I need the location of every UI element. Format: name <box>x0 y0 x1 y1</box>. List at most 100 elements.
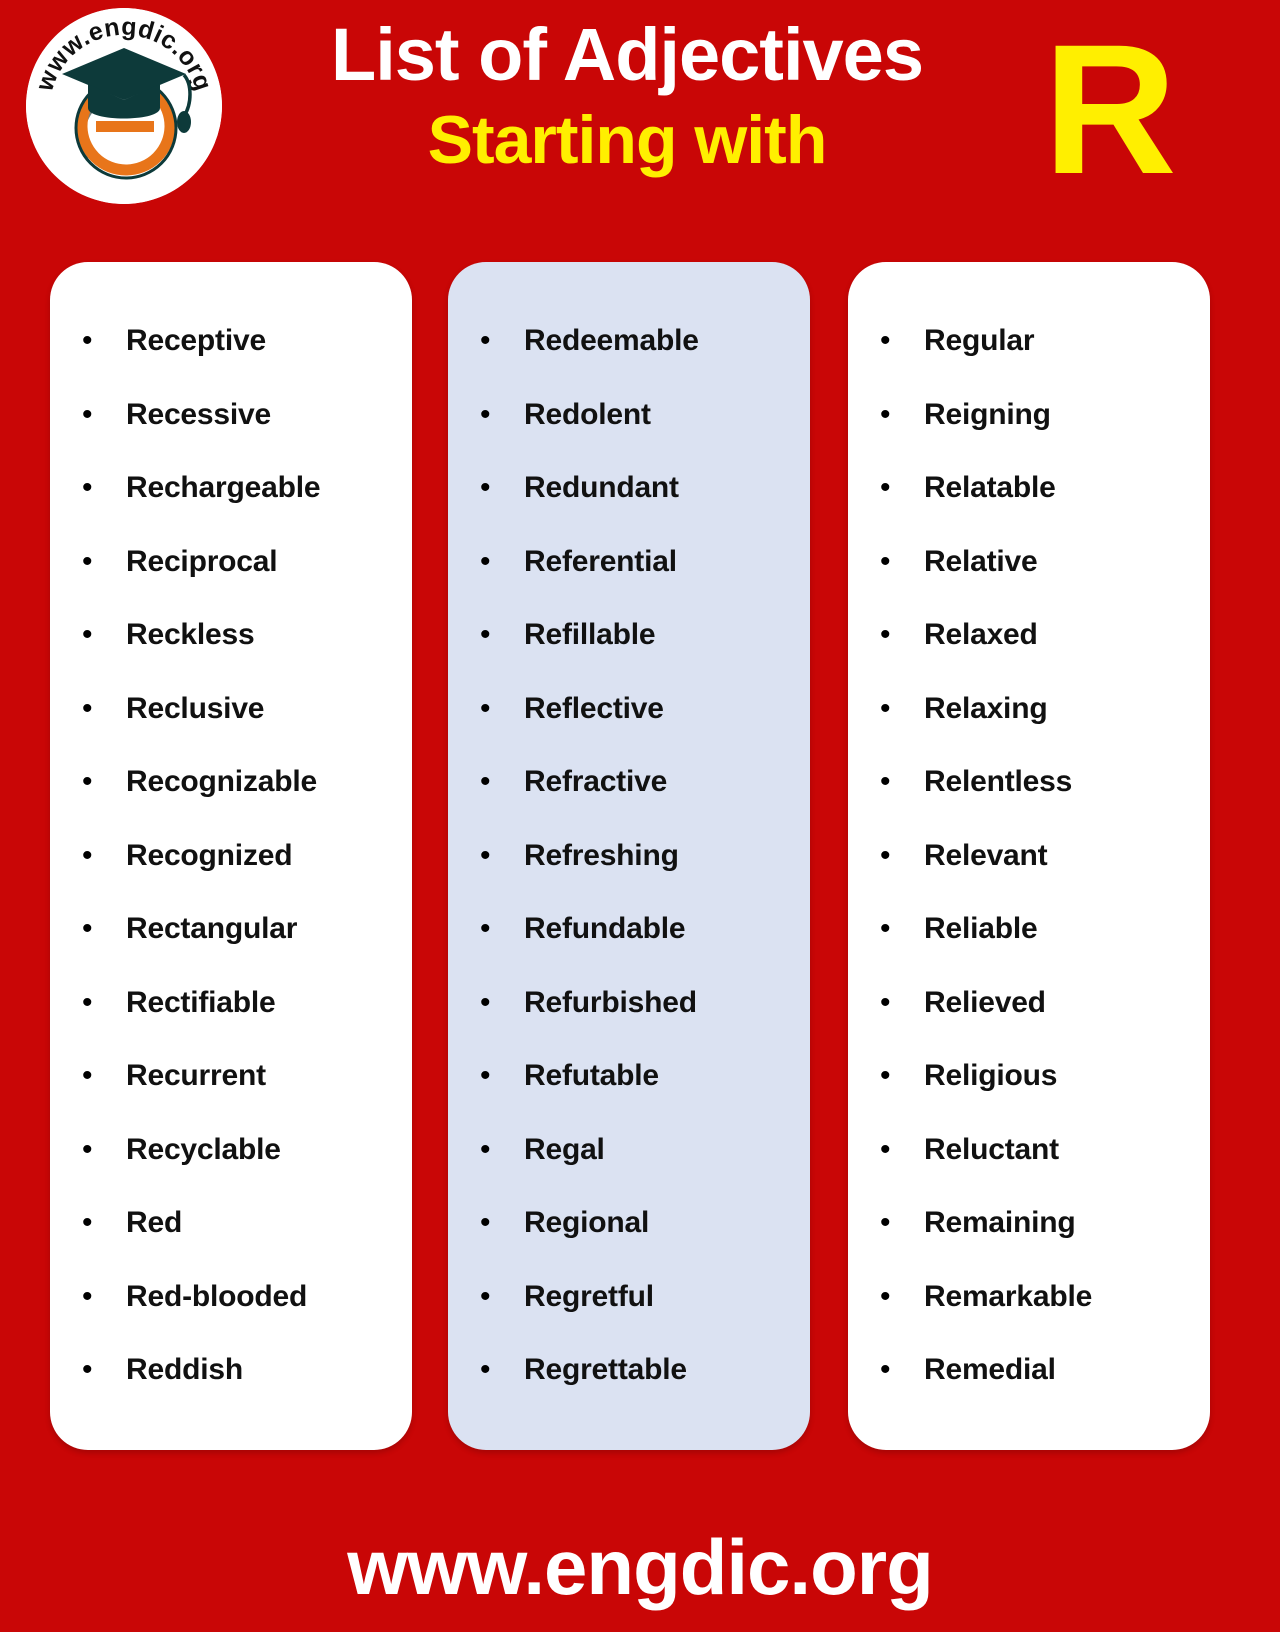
list-item: • Recurrent <box>60 1059 402 1133</box>
word-label: Refillable <box>524 618 656 651</box>
bullet-icon: • <box>880 324 891 357</box>
list-item: • Regretful <box>458 1280 800 1354</box>
column-three-card: • Regular • Reigning • Relatable • Relative … <box>848 262 1210 1450</box>
letter-badge: R <box>1043 7 1177 213</box>
bullet-icon: • <box>82 1279 93 1313</box>
word-label: Reckless <box>126 618 255 651</box>
footer-website-label: www.engdic.org <box>347 1522 933 1611</box>
word-label: Regular <box>924 324 1035 357</box>
list-item: • Relative <box>858 545 1200 619</box>
word-label: Reciprocal <box>126 544 278 578</box>
bullet-icon: • <box>880 912 891 945</box>
bullet-icon: • <box>82 1353 93 1386</box>
bullet-icon: • <box>880 1059 891 1092</box>
bullet-icon: • <box>82 912 93 945</box>
list-item: • Refurbished <box>458 986 800 1060</box>
bullet-icon: • <box>82 397 93 431</box>
bullet-icon: • <box>880 691 891 725</box>
list-item: • Red-blooded <box>60 1280 402 1354</box>
word-label: Relentless <box>924 765 1073 798</box>
list-item: • Relatable <box>858 471 1200 545</box>
title-line-secondary: Starting with <box>427 101 828 178</box>
list-item: • Rectifiable <box>60 986 402 1060</box>
bullet-icon: • <box>82 985 93 1019</box>
word-label: Reclusive <box>126 691 265 725</box>
bullet-icon: • <box>480 1132 491 1166</box>
word-label: Relevant <box>924 838 1048 872</box>
word-label: Refractive <box>524 765 668 798</box>
engdic-graduation-cap-logo: www.engdic.org <box>26 8 222 204</box>
list-item: • Regular <box>858 324 1200 398</box>
word-label: Recyclable <box>126 1132 281 1166</box>
list-item: • Recyclable <box>60 1133 402 1207</box>
word-label: Recognized <box>126 838 293 872</box>
list-item: • Remaining <box>858 1206 1200 1280</box>
word-label: Redeemable <box>524 324 699 357</box>
bullet-icon: • <box>480 838 491 872</box>
bullet-icon: • <box>880 1132 891 1166</box>
list-item: • Refutable <box>458 1059 800 1133</box>
word-label: Redundant <box>524 471 679 504</box>
list-item: • Relentless <box>858 765 1200 839</box>
list-item: • Rechargeable <box>60 471 402 545</box>
word-label: Rechargeable <box>126 471 321 504</box>
word-label: Refreshing <box>524 838 679 872</box>
list-item: • Reciprocal <box>60 545 402 619</box>
word-label: Regional <box>524 1206 650 1239</box>
word-label: Relieved <box>924 985 1046 1019</box>
bullet-icon: • <box>880 985 891 1019</box>
column-one-list: • Receptive • Recessive • Rechargeable • Rec… <box>60 324 402 1427</box>
bullet-icon: • <box>480 985 491 1019</box>
word-label: Receptive <box>126 324 266 357</box>
list-item: • Remedial <box>858 1353 1200 1427</box>
list-item: • Reigning <box>858 398 1200 472</box>
word-label: Rectangular <box>126 912 298 945</box>
bullet-icon: • <box>480 1279 491 1313</box>
bullet-icon: • <box>82 471 93 504</box>
word-label: Reddish <box>126 1353 243 1386</box>
list-item: • Refractive <box>458 765 800 839</box>
bullet-icon: • <box>82 838 93 872</box>
list-item: • Receptive <box>60 324 402 398</box>
list-item: • Redeemable <box>458 324 800 398</box>
list-item: • Recessive <box>60 398 402 472</box>
bullet-icon: • <box>82 765 93 798</box>
word-label: Red-blooded <box>126 1279 308 1313</box>
list-item: • Recognized <box>60 839 402 913</box>
list-item: • Redundant <box>458 471 800 545</box>
word-label: Redolent <box>524 397 651 431</box>
engdic-logo: www.engdic.org <box>26 8 222 204</box>
list-item: • Reliable <box>858 912 1200 986</box>
word-label: Recessive <box>126 397 271 431</box>
word-columns: • Receptive • Recessive • Rechargeable • Rec… <box>0 262 1280 1450</box>
bullet-icon: • <box>480 1353 491 1386</box>
page-title: List of Adjectives Starting with <box>232 13 1022 179</box>
word-label: Regal <box>524 1132 605 1166</box>
list-item: • Regal <box>458 1133 800 1207</box>
list-item: • Relaxed <box>858 618 1200 692</box>
bullet-icon: • <box>880 1206 891 1239</box>
bullet-icon: • <box>82 1206 93 1239</box>
bullet-icon: • <box>480 765 491 798</box>
list-item: • Relaxing <box>858 692 1200 766</box>
list-item: • Reluctant <box>858 1133 1200 1207</box>
list-item: • Refillable <box>458 618 800 692</box>
list-item: • Reckless <box>60 618 402 692</box>
word-label: Relatable <box>924 471 1056 504</box>
word-label: Referential <box>524 544 677 578</box>
word-label: Reluctant <box>924 1132 1059 1166</box>
word-label: Reigning <box>924 397 1051 431</box>
bullet-icon: • <box>880 765 891 798</box>
column-two-list: • Redeemable • Redolent • Redundant • Refere… <box>458 324 800 1427</box>
bullet-icon: • <box>82 1132 93 1166</box>
list-item: • Relieved <box>858 986 1200 1060</box>
bullet-icon: • <box>480 1206 491 1239</box>
column-three-list: • Regular • Reigning • Relatable • Relative … <box>858 324 1200 1427</box>
list-item: • Referential <box>458 545 800 619</box>
list-item: • Refundable <box>458 912 800 986</box>
bullet-icon: • <box>880 838 891 872</box>
list-item: • Reflective <box>458 692 800 766</box>
word-label: Refutable <box>524 1059 659 1092</box>
list-item: • Rectangular <box>60 912 402 986</box>
list-item: • Redolent <box>458 398 800 472</box>
